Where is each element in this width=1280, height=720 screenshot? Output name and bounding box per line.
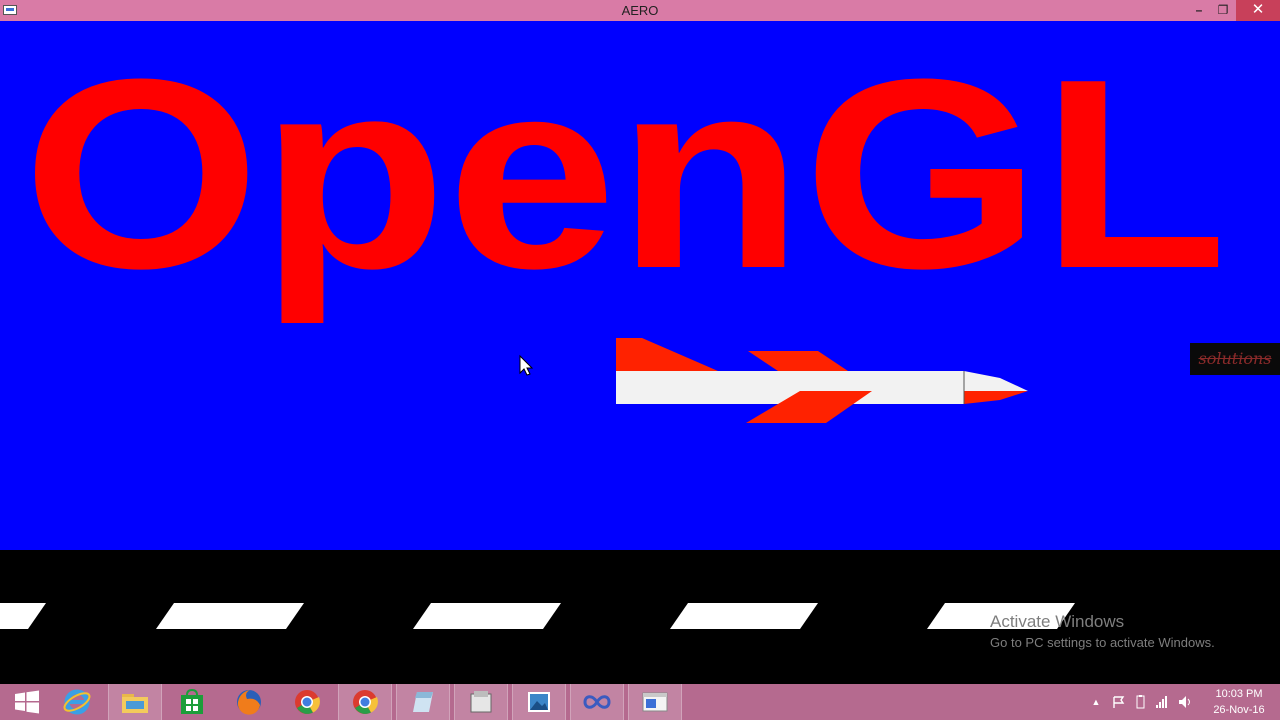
battery-icon[interactable]	[1130, 684, 1150, 720]
window-title: AERO	[621, 3, 659, 18]
start-button[interactable]	[0, 684, 54, 720]
road-stripe	[413, 603, 561, 629]
folder-icon	[122, 694, 148, 713]
chrome-icon	[295, 690, 320, 714]
chrome-window-button[interactable]	[338, 684, 392, 720]
internet-explorer-icon	[63, 689, 91, 715]
firefox-button[interactable]	[222, 684, 276, 720]
opengl-window-icon	[642, 692, 668, 712]
photos-button[interactable]	[512, 684, 566, 720]
chrome-icon	[353, 690, 378, 714]
file-manager-icon	[470, 691, 492, 713]
plane-nose-bottom	[964, 391, 1028, 404]
road-stripe	[156, 603, 304, 629]
opengl-heading: OpenGL	[23, 24, 1228, 326]
scene-graphics: OpenGL	[23, 24, 1228, 423]
activate-windows-watermark: Activate Windows Go to PC settings to ac…	[990, 612, 1215, 650]
photos-icon	[528, 692, 550, 712]
plane-tail-fin	[616, 338, 718, 371]
mouse-cursor-icon	[519, 354, 534, 376]
airplane	[616, 338, 1028, 423]
clock-date: 26-Nov-16	[1213, 704, 1265, 716]
volume-icon[interactable]	[1175, 684, 1195, 720]
internet-explorer-button[interactable]	[50, 684, 104, 720]
show-hidden-icons-button[interactable]: ▲	[1088, 684, 1104, 720]
close-button[interactable]: ✕	[1236, 0, 1280, 21]
maximize-button[interactable]: ❐	[1210, 0, 1236, 21]
window-titlebar[interactable]: AERO – ❐ ✕	[0, 0, 1280, 21]
road-stripe	[670, 603, 818, 629]
network-signal-icon[interactable]	[1152, 684, 1172, 720]
app-icon	[413, 692, 433, 712]
road-stripe	[0, 603, 46, 629]
app-button[interactable]	[396, 684, 450, 720]
activate-windows-title: Activate Windows	[990, 612, 1125, 631]
firefox-icon	[237, 690, 261, 715]
file-manager-button[interactable]	[454, 684, 508, 720]
minimize-button[interactable]: –	[1186, 0, 1212, 21]
app-button[interactable]	[570, 684, 624, 720]
action-center-flag-icon[interactable]	[1108, 684, 1128, 720]
plane-nose-top	[964, 371, 1028, 391]
clock-time: 10:03 PM	[1215, 688, 1263, 700]
taskbar: ▲ 10:03 PM 26-Nov-16	[0, 684, 1280, 720]
file-explorer-button[interactable]	[108, 684, 162, 720]
chrome-button[interactable]	[280, 684, 334, 720]
infinity-app-icon	[583, 695, 611, 709]
store-icon	[181, 688, 203, 714]
opengl-window-button[interactable]	[628, 684, 682, 720]
windows-logo-icon	[15, 690, 39, 714]
store-button[interactable]	[165, 684, 219, 720]
solutions-badge: solutions	[1190, 343, 1280, 375]
activate-windows-subtitle: Go to PC settings to activate Windows.	[990, 635, 1215, 650]
plane-upper-wing	[748, 351, 848, 371]
taskbar-clock[interactable]: 10:03 PM 26-Nov-16	[1200, 686, 1278, 718]
opengl-canvas: OpenGL solutions	[0, 21, 1280, 550]
